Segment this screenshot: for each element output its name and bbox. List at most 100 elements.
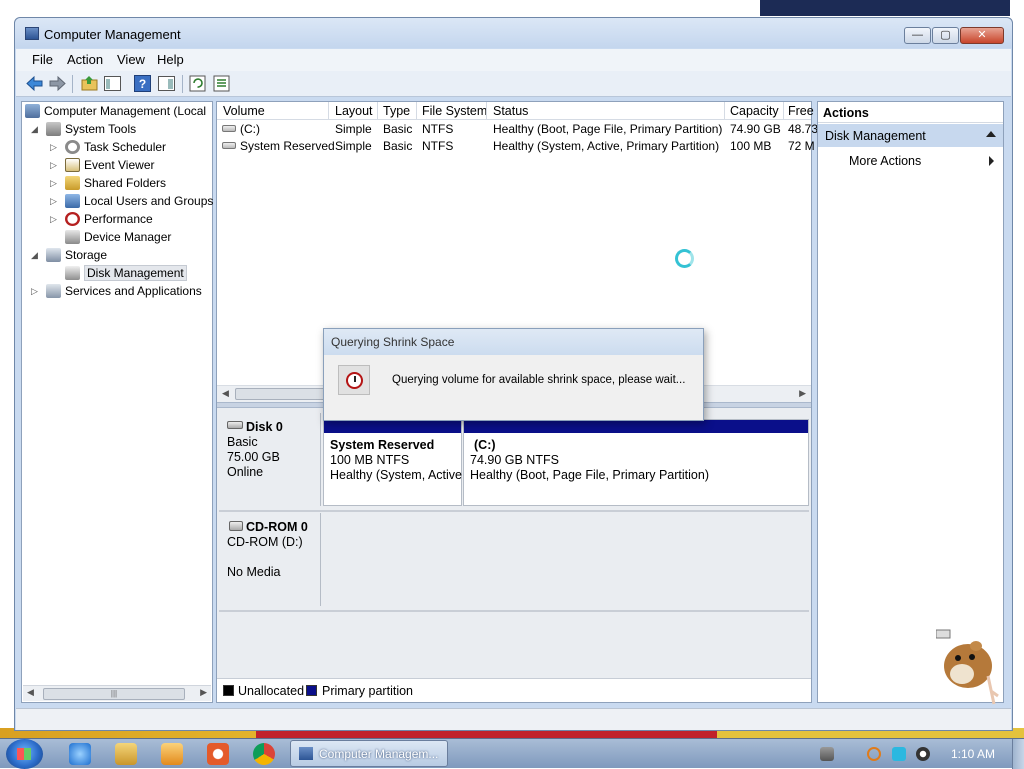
expand-arrow-icon[interactable]: ▷ [50, 142, 57, 153]
menu-view[interactable]: View [117, 52, 145, 67]
media-app-icon[interactable] [207, 743, 229, 765]
column-type[interactable]: Type [383, 104, 410, 118]
forward-arrow-icon[interactable] [48, 74, 67, 93]
tree-item-disk-management[interactable]: Disk Management [49, 265, 187, 284]
actions-section-disk-management[interactable]: Disk Management [818, 124, 1003, 147]
tree-item-label: Services and Applications [65, 284, 202, 298]
collapse-caret-icon[interactable] [986, 131, 996, 137]
column-layout[interactable]: Layout [335, 104, 373, 118]
tree-item-computer-management[interactable]: Computer Management (Local [25, 104, 206, 122]
properties-icon[interactable] [212, 74, 231, 93]
chrome-icon[interactable] [253, 743, 275, 765]
tree-item-event-viewer[interactable]: ▷ Event Viewer [49, 158, 154, 176]
volume-row[interactable]: (C:) Simple Basic NTFS Healthy (Boot, Pa… [217, 121, 818, 138]
scroll-left-icon[interactable]: ◀ [27, 687, 34, 698]
toolbar: ? [16, 71, 1011, 97]
tree-item-services-applications[interactable]: ▷ Services and Applications [30, 284, 202, 302]
show-hide-action-pane-icon[interactable] [157, 74, 176, 93]
column-divider[interactable] [416, 102, 417, 120]
clock-face [346, 372, 363, 389]
column-divider[interactable] [783, 102, 784, 120]
collapse-arrow-icon[interactable]: ◢ [31, 124, 38, 135]
start-button[interactable] [6, 739, 43, 769]
volume-row[interactable]: System Reserved Simple Basic NTFS Health… [217, 138, 815, 155]
menu-file[interactable]: File [32, 52, 53, 67]
volume-name: (C:) [240, 122, 260, 136]
taskbar-computer-management[interactable]: Computer Managem... [290, 740, 448, 767]
scroll-left-icon[interactable]: ◀ [222, 388, 229, 399]
expand-arrow-icon[interactable]: ▷ [50, 214, 57, 225]
system-clock[interactable]: 1:10 AM [951, 747, 995, 761]
file-explorer-icon[interactable] [115, 743, 137, 765]
expand-arrow-icon[interactable]: ▷ [50, 160, 57, 171]
title-bar[interactable]: Computer Management — ▢ ✕ [15, 18, 1012, 48]
column-divider[interactable] [724, 102, 725, 120]
column-free[interactable]: Free [788, 104, 814, 118]
disk-0-name: Disk 0 [246, 420, 283, 434]
tree-horizontal-scrollbar[interactable]: ◀ ||| ▶ [23, 685, 211, 701]
tree-item-label: Device Manager [84, 230, 172, 244]
show-hide-tree-icon[interactable] [103, 74, 122, 93]
show-desktop-button[interactable] [1012, 739, 1024, 769]
network-tray-icon[interactable] [820, 747, 834, 761]
tree-item-storage[interactable]: ◢ Storage [30, 248, 107, 266]
legend-unallocated: Unallocated [238, 684, 305, 698]
svg-text:?: ? [139, 77, 146, 91]
column-divider[interactable] [377, 102, 378, 120]
actions-header: Actions [818, 102, 1003, 123]
scroll-right-icon[interactable]: ▶ [799, 388, 806, 399]
refresh-icon[interactable] [188, 74, 207, 93]
expand-arrow-icon[interactable]: ▷ [31, 286, 38, 297]
volume-tray-icon[interactable] [916, 747, 930, 761]
scroll-right-icon[interactable]: ▶ [200, 687, 207, 698]
taskbar: Computer Managem... 1:10 AM [0, 738, 1024, 769]
maximize-button[interactable]: ▢ [932, 27, 959, 44]
layout-cell: Simple [335, 139, 372, 153]
column-file-system[interactable]: File System [422, 104, 487, 118]
tree-item-shared-folders[interactable]: ▷ Shared Folders [49, 176, 166, 194]
up-folder-icon[interactable] [80, 74, 99, 93]
back-arrow-icon[interactable] [25, 74, 44, 93]
help-icon[interactable]: ? [133, 74, 152, 93]
display-tray-icon[interactable] [892, 747, 906, 761]
close-button[interactable]: ✕ [960, 27, 1004, 44]
computer-management-icon [299, 747, 313, 760]
expand-arrow-icon[interactable]: ▷ [50, 178, 57, 189]
tree-item-local-users[interactable]: ▷ Local Users and Groups [49, 194, 213, 212]
column-status[interactable]: Status [493, 104, 528, 118]
dialog-title[interactable]: Querying Shrink Space [324, 329, 703, 355]
collapse-arrow-icon[interactable]: ◢ [31, 250, 38, 261]
minimize-button[interactable]: — [904, 27, 931, 44]
menu-help[interactable]: Help [157, 52, 184, 67]
tree-item-system-tools[interactable]: ◢ System Tools [30, 122, 136, 140]
disk-0-type: Basic [227, 435, 258, 449]
more-actions-link[interactable]: More Actions [849, 154, 921, 168]
drive-icon [222, 125, 236, 132]
cdrom-0-label[interactable]: CD-ROM 0 CD-ROM (D:) No Media [219, 513, 321, 606]
menu-action[interactable]: Action [67, 52, 103, 67]
tree-item-device-manager[interactable]: Device Manager [49, 230, 171, 248]
clock-icon [338, 365, 370, 395]
column-volume[interactable]: Volume [223, 104, 265, 118]
scrollbar-thumb[interactable]: ||| [43, 688, 185, 700]
tree-item-performance[interactable]: ▷ Performance [49, 212, 153, 230]
column-divider[interactable] [486, 102, 487, 120]
primary-partition-bar [324, 420, 461, 433]
partition-system-reserved[interactable]: System Reserved 100 MB NTFS Healthy (Sys… [323, 419, 462, 506]
internet-explorer-icon[interactable] [69, 743, 91, 765]
search-tray-icon[interactable] [867, 747, 881, 761]
submenu-arrow-icon[interactable] [989, 156, 994, 166]
partition-name: (C:) [474, 438, 496, 452]
status-cell: Healthy (System, Active, Primary Partiti… [493, 139, 720, 153]
column-capacity[interactable]: Capacity [730, 104, 779, 118]
expand-arrow-icon[interactable]: ▷ [50, 196, 57, 207]
column-divider[interactable] [328, 102, 329, 120]
disk-0-label[interactable]: Disk 0 Basic 75.00 GB Online [219, 413, 321, 506]
querying-shrink-space-dialog: Querying Shrink Space Querying volume fo… [323, 328, 704, 421]
media-player-icon[interactable] [161, 743, 183, 765]
scrollbar-thumb[interactable] [235, 388, 325, 400]
computer-management-icon [25, 27, 39, 40]
computer-icon [25, 104, 40, 118]
tree-item-task-scheduler[interactable]: ▷ Task Scheduler [49, 140, 166, 158]
partition-c[interactable]: (C:) 74.90 GB NTFS Healthy (Boot, Page F… [463, 419, 809, 506]
